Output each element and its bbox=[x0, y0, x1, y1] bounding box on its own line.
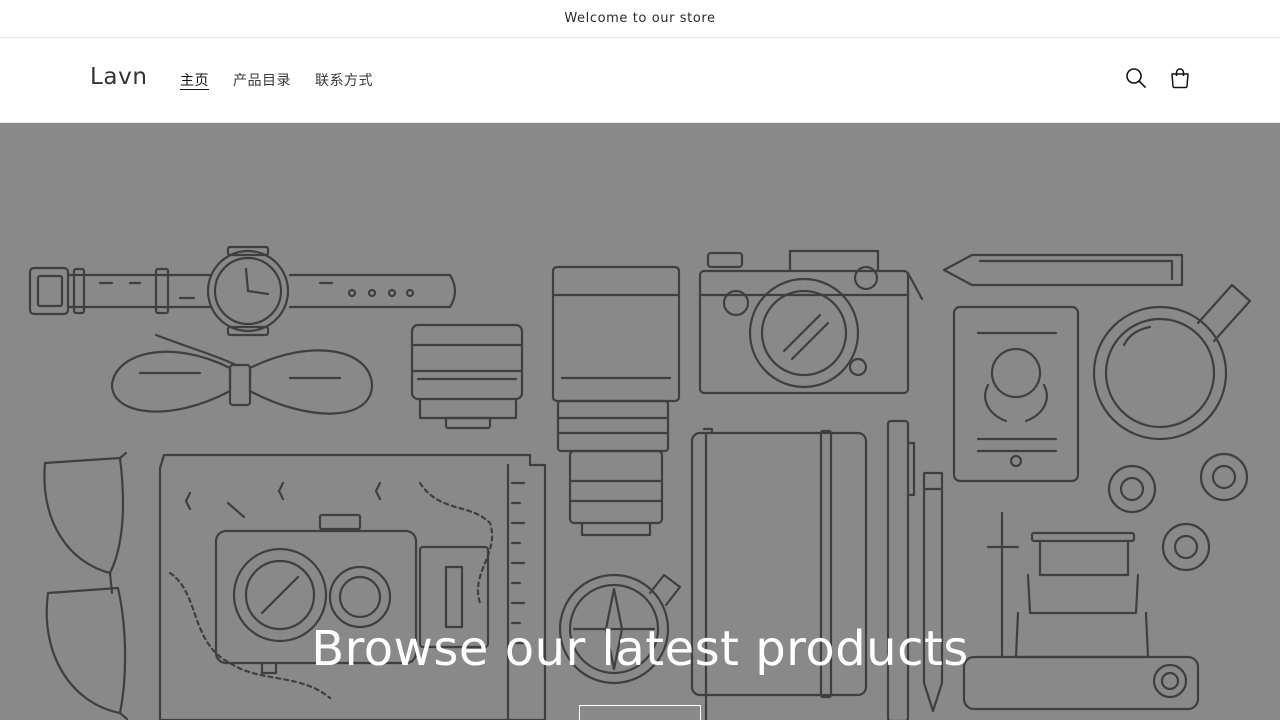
mug-drawing bbox=[1092, 283, 1252, 441]
passport-drawing bbox=[952, 305, 1080, 483]
announcement-bar: Welcome to our store bbox=[0, 0, 1280, 38]
nav-item-catalog[interactable]: 产品目录 bbox=[233, 70, 291, 90]
main-nav: 主页 产品目录 联系方式 bbox=[180, 70, 373, 90]
hero-banner: Browse our latest products bbox=[0, 123, 1280, 720]
pencil-drawing bbox=[942, 253, 1184, 287]
cart-icon bbox=[1171, 68, 1189, 89]
bowtie-drawing bbox=[110, 333, 374, 415]
site-header: Lavn 主页 产品目录 联系方式 bbox=[0, 38, 1280, 123]
shop-all-button[interactable] bbox=[579, 705, 701, 720]
search-button[interactable] bbox=[1123, 65, 1149, 91]
announcement-text: Welcome to our store bbox=[564, 11, 716, 26]
nav-item-home[interactable]: 主页 bbox=[180, 70, 209, 90]
hero-title: Browse our latest products bbox=[311, 621, 969, 677]
belt-watch-drawing bbox=[28, 245, 457, 337]
small-lens-drawing bbox=[410, 323, 524, 430]
cart-button[interactable] bbox=[1167, 65, 1193, 91]
map-camera-drawing bbox=[158, 453, 547, 720]
retro-camera-drawing bbox=[698, 249, 924, 395]
nav-item-contact[interactable]: 联系方式 bbox=[315, 70, 373, 90]
telephoto-lens-drawing bbox=[551, 265, 681, 537]
tape-rolls-drawing bbox=[1107, 452, 1249, 572]
store-logo[interactable]: Lavn bbox=[90, 64, 148, 90]
search-icon bbox=[1126, 68, 1146, 88]
sunglasses-drawing bbox=[43, 451, 129, 720]
